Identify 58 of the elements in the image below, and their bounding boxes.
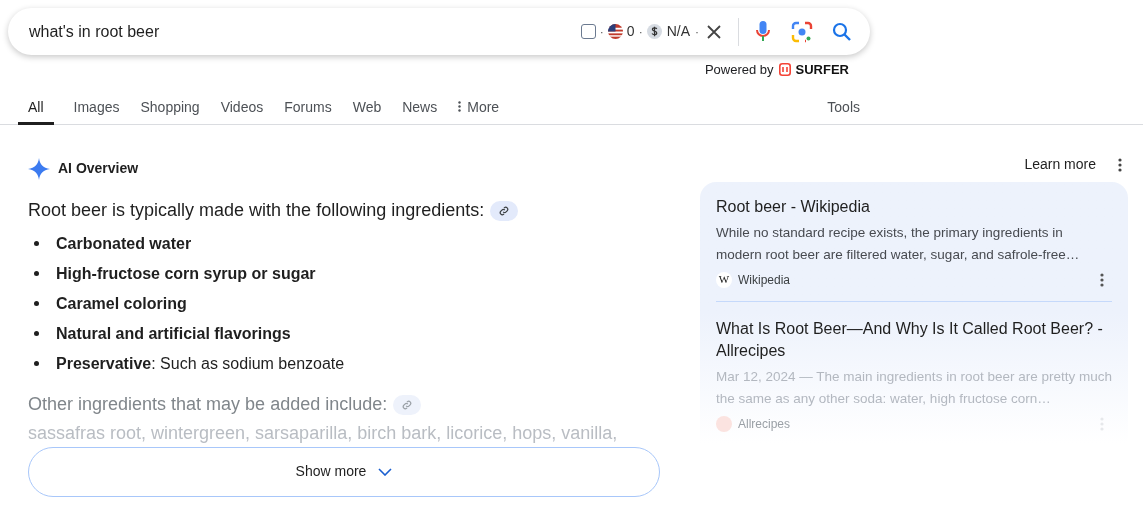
- ingredient-text: High-fructose corn syrup or sugar: [56, 263, 316, 284]
- learn-more-link[interactable]: Learn more: [1024, 154, 1096, 175]
- site-logo-icon: W: [716, 271, 732, 288]
- separator-dot: ·: [638, 23, 643, 41]
- intro-text: Root beer is typically made with the following ingredients:: [28, 199, 485, 220]
- flag-icon: [607, 24, 623, 39]
- more-options-icon[interactable]: [1118, 157, 1122, 172]
- ingredient-text: Caramel coloring: [56, 293, 187, 314]
- camera-lens-icon[interactable]: [791, 20, 813, 43]
- microphone-icon[interactable]: [755, 19, 771, 44]
- bullet-icon: [34, 271, 39, 276]
- vertical-dots-icon: [458, 100, 462, 112]
- tools-tab[interactable]: Tools: [827, 96, 860, 118]
- site-name: Wikipedia: [738, 271, 791, 289]
- search-tab[interactable]: Videos: [210, 96, 274, 125]
- bullet-icon: [34, 331, 39, 336]
- link-chip[interactable]: [490, 200, 519, 221]
- ingredient-text: Preservative: Such as sodium benzoate: [56, 353, 345, 374]
- show-more-button[interactable]: Show more: [28, 446, 660, 497]
- search-tab[interactable]: All: [18, 96, 54, 125]
- bullet-icon: [34, 301, 39, 306]
- chevron-down-icon: [378, 467, 393, 476]
- more-options-icon[interactable]: [1100, 272, 1104, 287]
- price-value: N/A: [666, 22, 690, 41]
- sparkle-icon: [28, 157, 50, 180]
- bullet-icon: [34, 361, 39, 366]
- checkbox[interactable]: [580, 24, 596, 39]
- surfer-logo-icon: [778, 63, 791, 77]
- search-bar[interactable]: what's in root beer · 0 · N/A ·: [8, 8, 870, 55]
- search-tab[interactable]: Shopping: [130, 96, 210, 125]
- link-icon: [402, 399, 413, 410]
- source-snippet: Mar 12, 2024 — The main ingredients in root beer are pretty much the same as any other soda: water, high fructose corn…: [716, 367, 1112, 408]
- link-icon: [499, 205, 510, 216]
- source-title[interactable]: Root beer - Wikipedia: [716, 195, 1112, 218]
- search-tab[interactable]: News: [392, 96, 448, 125]
- surfer-brand: SURFER: [795, 61, 849, 79]
- dollar-icon: [646, 24, 662, 39]
- search-tab[interactable]: More: [448, 96, 510, 125]
- separator-dot: ·: [695, 23, 699, 41]
- separator-dot: ·: [599, 23, 604, 41]
- bullet-icon: [34, 241, 39, 246]
- close-icon[interactable]: [706, 23, 722, 40]
- search-tab[interactable]: Forums: [274, 96, 342, 125]
- faded-text: sassafras root, wintergreen, sarsaparilla, birch bark, licorice, hops, vanilla,: [28, 421, 619, 445]
- search-tab[interactable]: Web: [342, 96, 392, 125]
- ingredient-text: Natural and artificial flavorings: [56, 323, 291, 344]
- search-tab[interactable]: Images: [63, 96, 130, 125]
- source-snippet: While no standard recipe exists, the primary ingredients in modern root beer are filtered water, sugar, and safrole-free…: [716, 223, 1081, 264]
- ai-overview-title: AI Overview: [58, 159, 139, 178]
- site-logo-icon: [716, 415, 732, 432]
- country-count: 0: [626, 22, 635, 41]
- search-icon[interactable]: [832, 21, 852, 42]
- source-title[interactable]: What Is Root Beer—And Why Is It Called Root Beer? - Allrecipes: [716, 317, 1112, 362]
- powered-by-label: Powered by: [704, 61, 774, 79]
- site-name: Allrecipes: [738, 415, 791, 433]
- other-ingredients-text: Other ingredients that may be added include:: [28, 393, 388, 414]
- search-query: what's in root beer: [29, 21, 161, 42]
- ingredient-text: Carbonated water: [56, 233, 192, 254]
